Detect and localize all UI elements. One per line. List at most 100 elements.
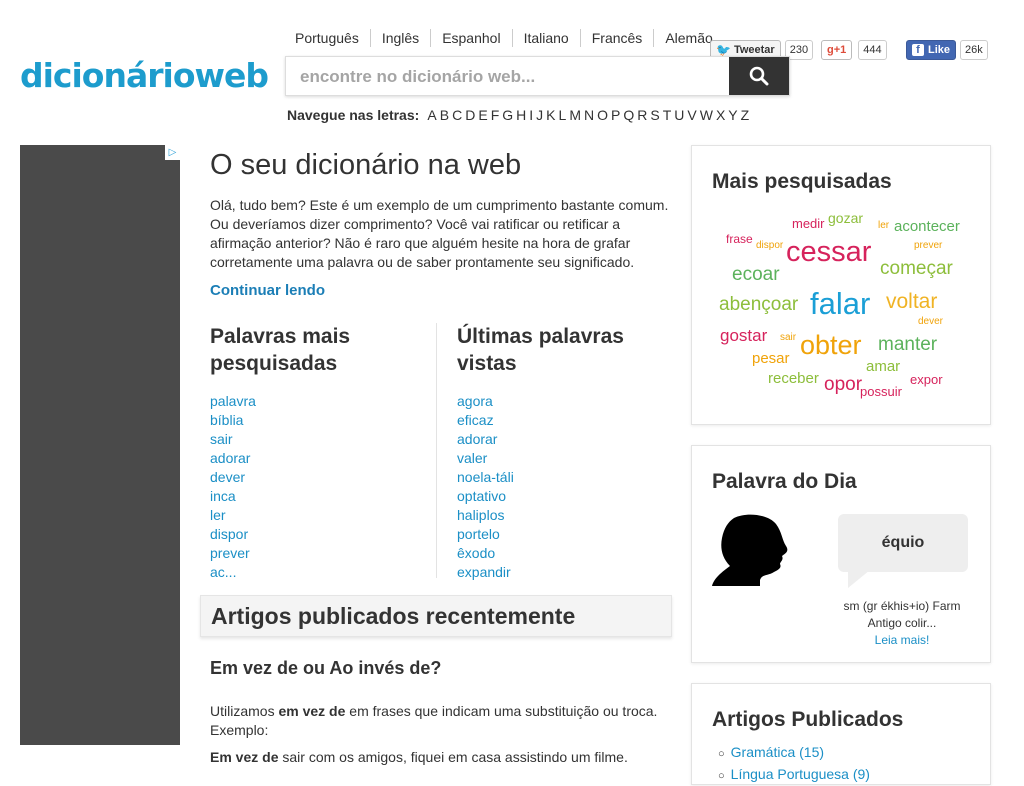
cloud-word-link[interactable]: começar (880, 258, 953, 280)
lang-tab-frances[interactable]: Francês (579, 29, 654, 47)
most-searched-word-link[interactable]: inca (210, 487, 440, 506)
letter-link[interactable]: D (465, 107, 475, 123)
cloud-word-link[interactable]: voltar (886, 290, 937, 314)
article-paragraph: Utilizamos em vez de em frases que indic… (210, 703, 658, 738)
letter-link[interactable]: X (716, 107, 725, 123)
recent-articles-title: Artigos publicados recentemente (211, 603, 576, 629)
page-title: O seu dicionário na web (210, 149, 522, 181)
cloud-word-link[interactable]: acontecer (894, 218, 960, 235)
article-category-link[interactable]: Língua Portuguesa (9) (718, 764, 870, 786)
lang-tab-espanhol[interactable]: Espanhol (430, 29, 511, 47)
most-searched-word-link[interactable]: dever (210, 468, 440, 487)
cloud-word-link[interactable]: pesar (752, 350, 790, 367)
cloud-word-link[interactable]: cessar (786, 236, 871, 269)
published-articles-title: Artigos Publicados (712, 708, 904, 731)
cloud-word-link[interactable]: manter (878, 334, 937, 356)
last-seen-word-link[interactable]: portelo (457, 525, 687, 544)
read-more-link[interactable]: Leia mais! (875, 633, 930, 647)
search-input[interactable] (298, 66, 722, 88)
letter-link[interactable]: U (674, 107, 684, 123)
cloud-word-link[interactable]: possuir (860, 384, 902, 399)
cloud-word-link[interactable]: frase (726, 232, 753, 246)
gplus-button[interactable]: g +1 (821, 40, 853, 60)
letter-link[interactable]: Q (623, 107, 634, 123)
letter-link[interactable]: V (687, 107, 696, 123)
published-articles-list: Gramática (15)Língua Portuguesa (9) (718, 742, 870, 786)
last-seen-word-link[interactable]: valer (457, 449, 687, 468)
cloud-word-link[interactable]: dispor (756, 240, 783, 251)
most-searched-word-link[interactable]: ler (210, 506, 440, 525)
cloud-word-link[interactable]: receber (768, 370, 819, 387)
letters-label: Navegue nas letras: (287, 107, 420, 123)
last-seen-word-link[interactable]: êxodo (457, 544, 687, 563)
last-seen-heading: Últimas palavras vistas (457, 325, 624, 375)
site-logo[interactable]: dicionárioweb (20, 56, 269, 95)
article-title[interactable]: Em vez de ou Ao invés de? (210, 658, 441, 679)
letter-link[interactable]: C (452, 107, 462, 123)
adchoices-icon[interactable]: ▷ (165, 145, 180, 160)
cloud-word-link[interactable]: gostar (720, 326, 767, 346)
most-searched-list: palavra bíblia sair adorar dever inca ler dispo… (210, 392, 440, 582)
letter-link[interactable]: L (559, 107, 567, 123)
letter-link[interactable]: G (502, 107, 513, 123)
letter-link[interactable]: N (584, 107, 594, 123)
letter-link[interactable]: E (478, 107, 487, 123)
cloud-word-link[interactable]: obter (800, 330, 862, 361)
last-seen-word-link[interactable]: optativo (457, 487, 687, 506)
last-seen-word-link[interactable]: adorar (457, 430, 687, 449)
cloud-word-link[interactable]: sair (780, 332, 796, 343)
language-tabs: Português Inglês Espanhol Italiano Franc… (284, 29, 724, 47)
letter-link[interactable]: R (637, 107, 647, 123)
most-searched-word-link[interactable]: bíblia (210, 411, 440, 430)
cloud-word-link[interactable]: dever (918, 316, 943, 327)
last-seen-word-link[interactable]: haliplos (457, 506, 687, 525)
letter-link[interactable]: P (611, 107, 620, 123)
letter-link[interactable]: B (440, 107, 449, 123)
letter-link[interactable]: W (700, 107, 713, 123)
lang-tab-portugues[interactable]: Português (284, 29, 370, 47)
most-searched-word-link[interactable]: sair (210, 430, 440, 449)
cloud-word-link[interactable]: opor (824, 374, 862, 396)
most-searched-word-link[interactable]: dispor (210, 525, 440, 544)
most-searched-word-link[interactable]: ac... (210, 563, 440, 582)
letter-link[interactable]: H (516, 107, 526, 123)
letter-link[interactable]: M (569, 107, 581, 123)
facebook-like-label: Like (928, 44, 951, 56)
cloud-word-link[interactable]: ecoar (732, 264, 780, 286)
continue-reading-link[interactable]: Continuar lendo (210, 282, 670, 299)
letter-link[interactable]: F (491, 107, 500, 123)
cloud-word-link[interactable]: medir (792, 216, 825, 231)
cloud-word-link[interactable]: gozar (828, 210, 863, 226)
letter-link[interactable]: T (663, 107, 672, 123)
cloud-word-link[interactable]: amar (866, 358, 900, 375)
letter-link[interactable]: Y (728, 107, 737, 123)
letter-link[interactable]: K (546, 107, 555, 123)
last-seen-word-link[interactable]: eficaz (457, 411, 687, 430)
article-category-link[interactable]: Gramática (15) (718, 742, 870, 764)
most-searched-word-link[interactable]: prever (210, 544, 440, 563)
letter-link[interactable]: Z (741, 107, 750, 123)
last-seen-word-link[interactable]: noela-táli (457, 468, 687, 487)
letter-link[interactable]: J (536, 107, 543, 123)
cloud-word-link[interactable]: ler (878, 220, 889, 231)
last-seen-word-link[interactable]: agora (457, 392, 687, 411)
lang-tab-italiano[interactable]: Italiano (511, 29, 580, 47)
letter-link[interactable]: A (427, 107, 436, 123)
most-searched-word-link[interactable]: palavra (210, 392, 440, 411)
cloud-word-link[interactable]: abençoar (719, 294, 798, 316)
facebook-like-button[interactable]: f Like (906, 40, 957, 60)
last-seen-word-link[interactable]: expandir (457, 563, 687, 582)
letter-link[interactable]: I (529, 107, 533, 123)
letter-link[interactable]: S (650, 107, 659, 123)
most-searched-word-link[interactable]: adorar (210, 449, 440, 468)
facebook-widget: f Like 26k (906, 40, 988, 60)
lang-tab-ingles[interactable]: Inglês (369, 29, 430, 47)
word-of-day[interactable]: équio (838, 534, 968, 552)
cloud-word-link[interactable]: prever (914, 240, 942, 251)
cloud-word-link[interactable]: expor (910, 372, 943, 387)
ad-banner[interactable]: ▷ (20, 145, 180, 745)
gplus-label: +1 (833, 44, 847, 56)
search-button[interactable] (729, 57, 789, 95)
letter-link[interactable]: O (597, 107, 608, 123)
cloud-word-link[interactable]: falar (810, 286, 870, 322)
